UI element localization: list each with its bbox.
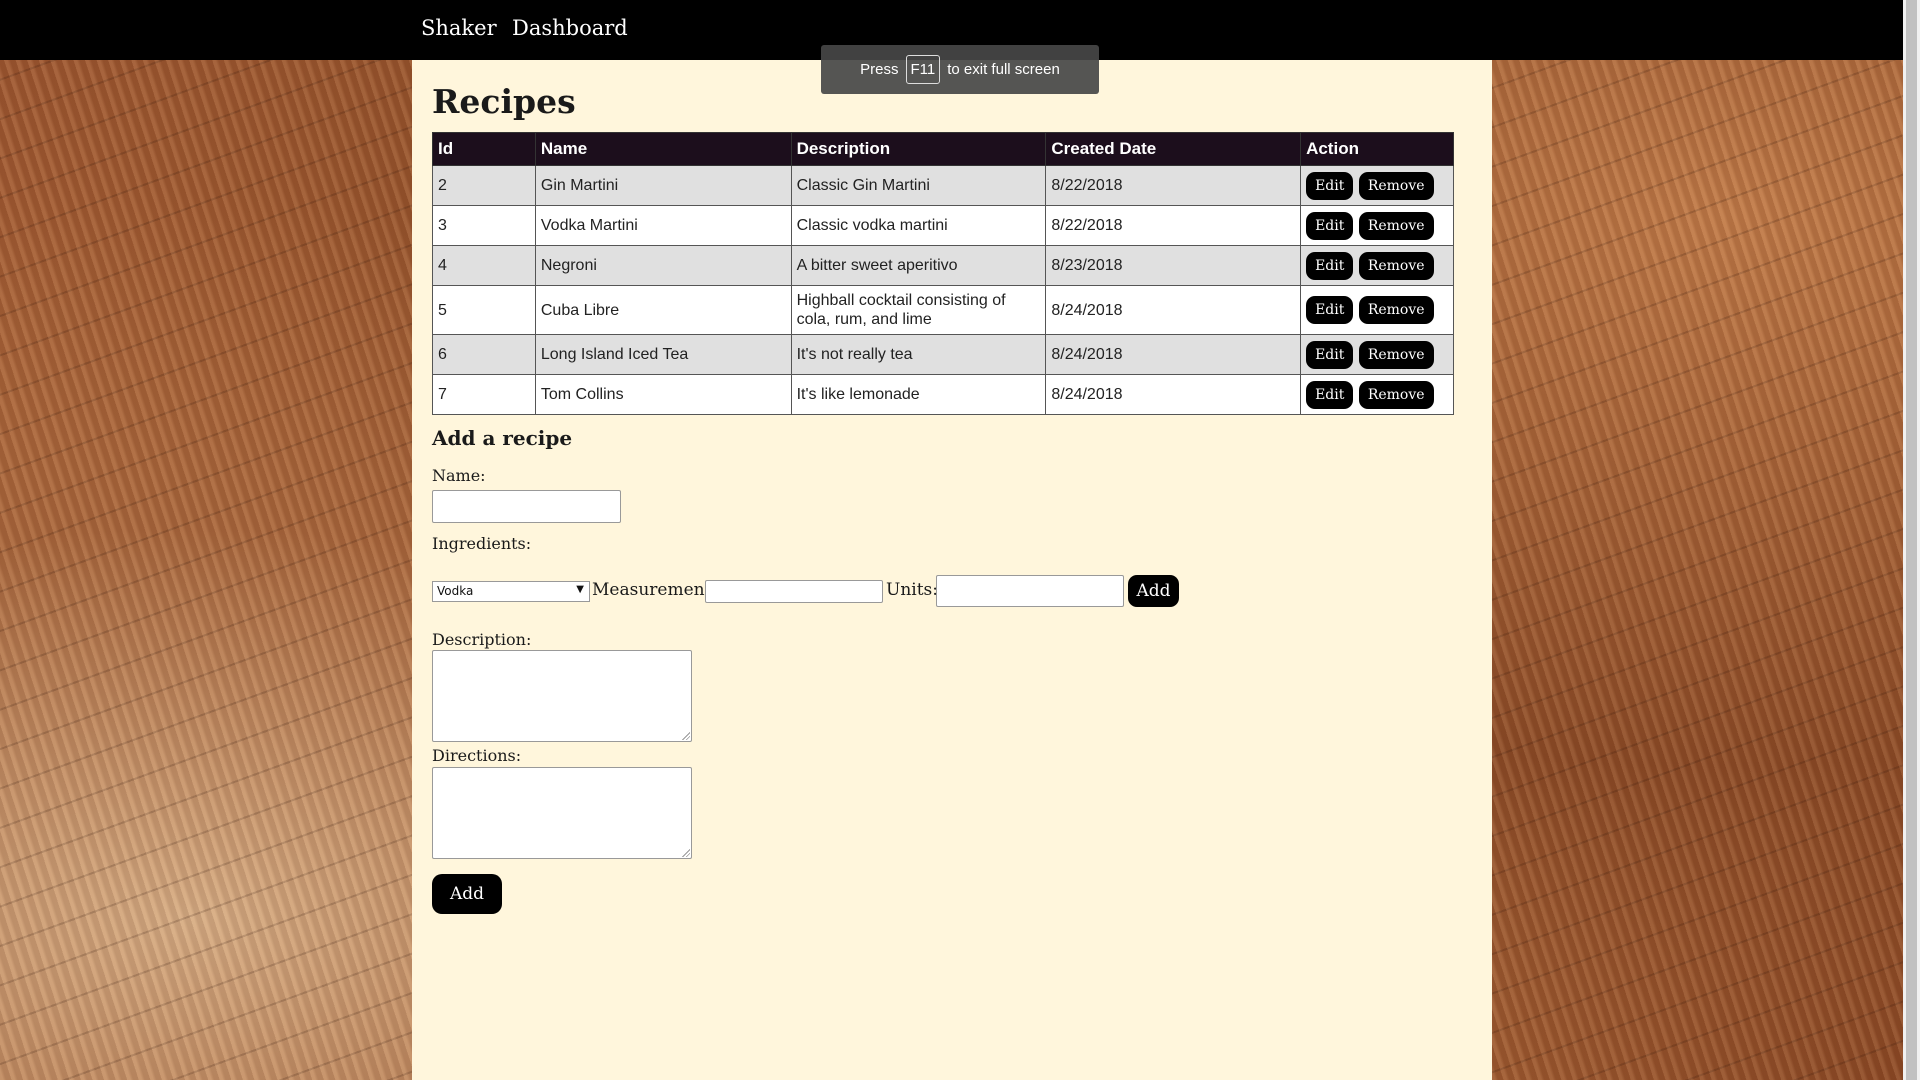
cell-action: Edit Remove [1300,285,1454,335]
ingredient-select[interactable]: Vodka ▼ [432,581,590,602]
page-scrollbar[interactable] [1903,0,1920,1080]
ingredient-select-value: Vodka [437,584,474,598]
description-label: Description: [432,630,532,649]
toast-suffix: to exit full screen [947,61,1060,78]
toast-prefix: Press [860,61,899,78]
edit-button[interactable]: Edit [1306,251,1354,280]
cell-id: 4 [432,245,536,286]
cell-id: 7 [432,374,536,415]
main-content: Recipes Id Name Description Created Date… [412,60,1492,1080]
cell-description: Classic vodka martini [790,205,1047,246]
recipes-table: Id Name Description Created Date Action … [432,132,1454,415]
cell-name: Negroni [534,245,792,286]
nav-dashboard-link[interactable]: Dashboard [512,16,628,40]
page-scroll-thumb[interactable] [1906,0,1917,1080]
add-recipe-button[interactable]: Add [432,874,502,914]
cell-created-date: 8/22/2018 [1045,205,1302,246]
cell-description: It's like lemonade [790,374,1047,415]
measurement-label: Measurement: [592,580,718,600]
ingredients-label: Ingredients: [432,534,532,553]
directions-label: Directions: [432,746,522,765]
cell-action: Edit Remove [1300,245,1454,286]
table-row: 4 Negroni A bitter sweet aperitivo 8/23/… [432,245,1454,286]
name-label: Name: [432,466,486,485]
cell-created-date: 8/22/2018 [1045,165,1302,206]
remove-button[interactable]: Remove [1358,340,1434,369]
toast-key: F11 [905,55,941,84]
units-input[interactable] [936,575,1124,607]
remove-button[interactable]: Remove [1358,251,1434,280]
header-created-date: Created Date [1045,132,1302,166]
resize-grip-icon[interactable] [682,849,690,857]
table-row: 5 Cuba Libre Highball cocktail consistin… [432,285,1454,335]
header-id: Id [432,132,536,166]
description-textarea[interactable] [432,650,692,742]
cell-name: Tom Collins [534,374,792,415]
cell-name: Gin Martini [534,165,792,206]
cell-created-date: 8/24/2018 [1045,334,1302,375]
cell-id: 6 [432,334,536,375]
cell-id: 2 [432,165,536,206]
add-recipe-heading: Add a recipe [432,426,573,450]
remove-button[interactable]: Remove [1358,296,1434,324]
measurement-input[interactable] [705,580,883,603]
cell-created-date: 8/24/2018 [1045,285,1302,335]
dropdown-caret-icon: ▼ [576,584,584,595]
cell-name: Cuba Libre [534,285,792,335]
cell-name: Vodka Martini [534,205,792,246]
edit-button[interactable]: Edit [1306,211,1354,240]
table-row: 2 Gin Martini Classic Gin Martini 8/22/2… [432,165,1454,206]
remove-button[interactable]: Remove [1358,171,1434,200]
page-title: Recipes [432,82,576,121]
cell-description: A bitter sweet aperitivo [790,245,1047,286]
recipe-name-input[interactable] [432,490,621,523]
table-row: 6 Long Island Iced Tea It's not really t… [432,334,1454,375]
directions-textarea[interactable] [432,767,692,859]
edit-button[interactable]: Edit [1306,171,1354,200]
cell-name: Long Island Iced Tea [534,334,792,375]
header-action: Action [1300,132,1454,166]
remove-button[interactable]: Remove [1358,211,1434,240]
table-header-row: Id Name Description Created Date Action [432,132,1454,166]
remove-button[interactable]: Remove [1358,380,1434,409]
nav-brand-shaker[interactable]: Shaker [421,16,497,40]
cell-created-date: 8/24/2018 [1045,374,1302,415]
edit-button[interactable]: Edit [1306,380,1354,409]
resize-grip-icon[interactable] [682,732,690,740]
cell-action: Edit Remove [1300,374,1454,415]
cell-description: Classic Gin Martini [790,165,1047,206]
table-row: 3 Vodka Martini Classic vodka martini 8/… [432,205,1454,246]
edit-button[interactable]: Edit [1306,296,1354,324]
fullscreen-exit-toast: Press F11 to exit full screen [821,45,1099,94]
header-description: Description [790,132,1047,166]
table-row: 7 Tom Collins It's like lemonade 8/24/20… [432,374,1454,415]
header-name: Name [534,132,792,166]
units-label: Units: [886,580,938,600]
cell-description: It's not really tea [790,334,1047,375]
add-ingredient-button[interactable]: Add [1128,575,1179,607]
cell-action: Edit Remove [1300,165,1454,206]
cell-created-date: 8/23/2018 [1045,245,1302,286]
cell-action: Edit Remove [1300,334,1454,375]
cell-id: 3 [432,205,536,246]
cell-description: Highball cocktail consisting of cola, ru… [790,285,1047,335]
recipes-table-container: Id Name Description Created Date Action … [432,132,1470,482]
edit-button[interactable]: Edit [1306,340,1354,369]
cell-id: 5 [432,285,536,335]
cell-action: Edit Remove [1300,205,1454,246]
